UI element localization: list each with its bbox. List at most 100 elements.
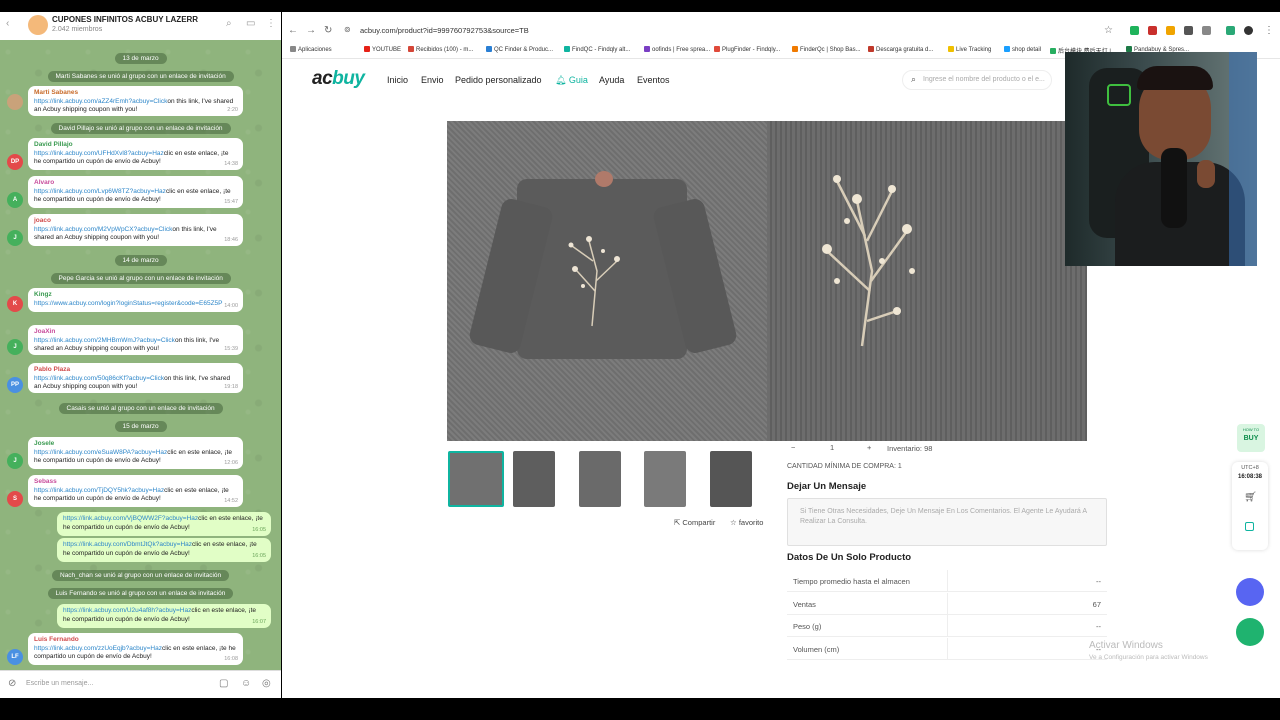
- how-to-buy-widget[interactable]: HOW TO BUY: [1237, 424, 1265, 452]
- url-field[interactable]: acbuy.com/product?id=999760792753&source…: [360, 26, 529, 35]
- bookmark-item[interactable]: FindQC - Findqly alt...: [564, 46, 630, 53]
- bookmark-item[interactable]: FinderQc | Shop Bas...: [792, 46, 861, 53]
- coupon-link[interactable]: https://link.acbuy.com/VjBQWW2F?acbuy=Ha…: [63, 515, 198, 522]
- coupon-link[interactable]: https://link.acbuy.com/TjDQY5hk?acbuy=Ha…: [34, 487, 164, 494]
- coupon-link[interactable]: https://link.acbuy.com/2MHBmWmJ?acbuy=Cl…: [34, 337, 175, 344]
- favorite-button[interactable]: ☆ favorito: [730, 518, 763, 527]
- avatar[interactable]: PP: [7, 377, 23, 393]
- coupon-link[interactable]: https://link.acbuy.com/aZZ4rEmh?acbuy=Cl…: [34, 98, 167, 105]
- bookmark-item[interactable]: PlugFinder - Findqly...: [714, 46, 780, 53]
- bookmark-item[interactable]: QC Finder & Produc...: [486, 46, 553, 53]
- incoming-message[interactable]: Kingz https://www.acbuy.com/login?loginSt…: [28, 288, 243, 312]
- bookmark-item[interactable]: YOUTUBE: [364, 46, 401, 53]
- sender-name[interactable]: joaco: [34, 217, 237, 226]
- coupon-link[interactable]: https://link.acbuy.com/UFHdXvl8?acbuy=Ha…: [34, 150, 164, 157]
- sender-name[interactable]: Marti Sabanes: [34, 89, 237, 98]
- extension-icon[interactable]: [1130, 26, 1139, 35]
- message-textarea[interactable]: Si Tiene Otras Necesidades, Deje Un Mens…: [787, 498, 1107, 546]
- bookmark-item[interactable]: Aplicaciones: [290, 46, 332, 53]
- bookmark-item[interactable]: shop detail: [1004, 46, 1041, 53]
- sender-name[interactable]: Josele: [34, 440, 237, 449]
- avatar[interactable]: A: [7, 192, 23, 208]
- bookmark-item[interactable]: oofinds | Free sprea...: [644, 46, 710, 53]
- sender-name[interactable]: Pablo Plaza: [34, 366, 237, 375]
- discord-icon[interactable]: [1236, 578, 1264, 606]
- outgoing-message[interactable]: https://link.acbuy.com/VjBQWW2F?acbuy=Ha…: [57, 512, 271, 536]
- back-arrow-icon[interactable]: ←: [288, 25, 298, 36]
- forward-arrow-icon[interactable]: →: [306, 25, 316, 36]
- reload-icon[interactable]: ↻: [324, 25, 332, 36]
- coupon-link[interactable]: https://link.acbuy.com/U2u4af8h?acbuy=Ha…: [63, 607, 191, 614]
- incoming-message[interactable]: David Pillajo https://link.acbuy.com/UFHd…: [28, 138, 243, 170]
- product-thumbnail[interactable]: [579, 451, 621, 507]
- quantity-input[interactable]: 1: [830, 443, 834, 452]
- emoji-icon[interactable]: ☺: [241, 678, 251, 689]
- attach-icon[interactable]: ⊘: [8, 678, 16, 689]
- message-input[interactable]: Escribe un mensaje...: [26, 680, 93, 687]
- incoming-message[interactable]: Josele https://link.acbuy.com/eSuaW8PA?ac…: [28, 437, 243, 469]
- group-avatar[interactable]: [28, 15, 48, 35]
- sender-name[interactable]: Kingz: [34, 291, 237, 300]
- nav-ayuda[interactable]: Ayuda: [599, 75, 624, 85]
- avatar[interactable]: LF: [7, 649, 23, 665]
- coupon-link[interactable]: https://link.acbuy.com/Lvp6W8TZ?acbuy=Ha…: [34, 188, 166, 195]
- outgoing-message[interactable]: https://link.acbuy.com/U2u4af8h?acbuy=Ha…: [57, 604, 271, 628]
- product-thumbnail[interactable]: [710, 451, 752, 507]
- mic-icon[interactable]: ◎: [262, 678, 271, 689]
- nav-envio[interactable]: Envio: [421, 75, 444, 85]
- search-input[interactable]: Ingrese el nombre del producto o el e...: [923, 76, 1045, 83]
- incoming-message[interactable]: Alvaro https://link.acbuy.com/Lvp6W8TZ?ac…: [28, 176, 243, 208]
- doc-icon[interactable]: [1245, 522, 1254, 531]
- profile-avatar[interactable]: [1244, 26, 1253, 35]
- avatar[interactable]: J: [7, 339, 23, 355]
- nav-pedido-personalizado[interactable]: Pedido personalizado: [455, 75, 542, 85]
- incoming-message[interactable]: Marti Sabanes https://link.acbuy.com/aZZ4…: [28, 86, 243, 116]
- extension-icon[interactable]: [1148, 26, 1157, 35]
- extension-icon[interactable]: [1226, 26, 1235, 35]
- product-main-image[interactable]: [447, 121, 1087, 441]
- sender-name[interactable]: Alvaro: [34, 179, 237, 188]
- incoming-message[interactable]: Sebass https://link.acbuy.com/TjDQY5hk?ac…: [28, 475, 243, 507]
- coupon-link[interactable]: https://link.acbuy.com/DbmtJtQk?acbuy=Ha…: [63, 541, 192, 548]
- acbuy-logo[interactable]: acbuy: [312, 68, 365, 90]
- product-thumbnail[interactable]: [448, 451, 504, 507]
- extension-icon[interactable]: [1166, 26, 1175, 35]
- incoming-message[interactable]: joaco https://link.acbuy.com/M2VpWpCX?acb…: [28, 214, 243, 246]
- qty-minus-button[interactable]: −: [791, 443, 795, 452]
- product-thumbnail[interactable]: [513, 451, 555, 507]
- bookmark-item[interactable]: Recibidos (100) - m...: [408, 46, 473, 53]
- chat-icon[interactable]: ▭: [246, 18, 255, 29]
- incoming-message[interactable]: Pablo Plaza https://link.acbuy.com/50q86c…: [28, 363, 243, 393]
- sender-name[interactable]: Sebass: [34, 478, 237, 487]
- avatar[interactable]: [7, 94, 23, 110]
- search-icon[interactable]: ⌕: [226, 18, 232, 29]
- incoming-message[interactable]: JoaXin https://link.acbuy.com/2MHBmWmJ?ac…: [28, 325, 243, 355]
- more-icon[interactable]: ⋮: [266, 18, 276, 29]
- cart-icon[interactable]: 🛒︎: [1244, 492, 1257, 503]
- extensions-puzzle-icon[interactable]: [1202, 26, 1211, 35]
- avatar[interactable]: J: [7, 230, 23, 246]
- browser-menu-icon[interactable]: ⋮: [1264, 25, 1274, 36]
- coupon-link[interactable]: https://link.acbuy.com/M2VpWpCX?acbuy=Cl…: [34, 226, 172, 233]
- bookmark-star-icon[interactable]: ☆: [1104, 25, 1113, 36]
- avatar[interactable]: J: [7, 453, 23, 469]
- site-info-icon[interactable]: ⊚: [344, 25, 351, 34]
- sender-name[interactable]: Luis Fernando: [34, 636, 237, 645]
- message-composer[interactable]: ⊘ Escribe un mensaje... ▢ ☺ ◎: [0, 670, 281, 698]
- avatar[interactable]: S: [7, 491, 23, 507]
- avatar[interactable]: DP: [7, 154, 23, 170]
- product-search[interactable]: ⌕ Ingrese el nombre del producto o el e.…: [902, 70, 1052, 90]
- bookmark-item[interactable]: Live Tracking: [948, 46, 991, 53]
- sender-name[interactable]: JoaXin: [34, 328, 237, 337]
- extension-icon[interactable]: [1184, 26, 1193, 35]
- sender-name[interactable]: David Pillajo: [34, 141, 237, 150]
- product-thumbnail[interactable]: [644, 451, 686, 507]
- qty-plus-button[interactable]: +: [867, 443, 871, 452]
- coupon-link[interactable]: https://www.acbuy.com/login?loginStatus=…: [34, 300, 222, 307]
- coupon-link[interactable]: https://link.acbuy.com/eSuaW8PA?acbuy=Ha…: [34, 449, 167, 456]
- nav-inicio[interactable]: Inicio: [387, 75, 408, 85]
- coupon-link[interactable]: https://link.acbuy.com/50q86cKf?acbuy=Cl…: [34, 375, 164, 382]
- command-icon[interactable]: ▢: [219, 678, 228, 689]
- nav-eventos[interactable]: Eventos: [637, 75, 670, 85]
- coupon-link[interactable]: https://link.acbuy.com/zzUoEqjb?acbuy=Ha…: [34, 645, 162, 652]
